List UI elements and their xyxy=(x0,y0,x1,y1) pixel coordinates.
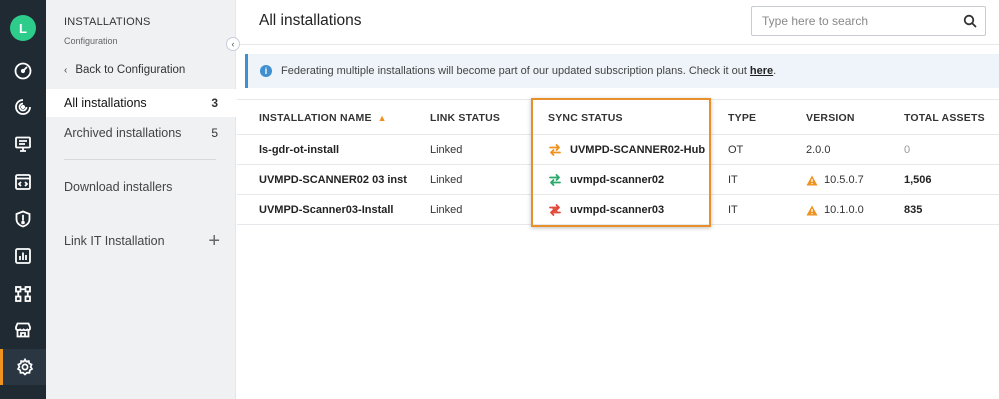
sync-hub-icon xyxy=(549,144,561,156)
dashboard-gauge-icon[interactable] xyxy=(0,53,46,89)
link-status: Linked xyxy=(430,204,463,216)
table-row[interactable]: ls-gdr-ot-install Linked UVMPD-SCANNER02… xyxy=(237,135,999,165)
sync-status-label: uvmpd-scanner03 xyxy=(570,204,665,216)
plus-icon[interactable]: + xyxy=(208,231,220,251)
search-box xyxy=(751,6,986,36)
sidebar-item-count: 3 xyxy=(211,96,218,110)
table-row[interactable]: UVMPD-Scanner03-Install Linked uvmpd-sca… xyxy=(237,195,999,225)
user-avatar[interactable]: L xyxy=(10,15,36,41)
total-assets: 0 xyxy=(904,144,911,156)
banner-here-link[interactable]: here xyxy=(750,65,773,77)
installation-name[interactable]: UVMPD-SCANNER02 03 inst xyxy=(259,174,407,186)
info-icon: i xyxy=(260,65,272,77)
warning-icon xyxy=(806,205,818,215)
banner-suffix: . xyxy=(773,65,777,77)
installation-type: OT xyxy=(728,144,744,156)
column-header-installation-name[interactable]: INSTALLATION NAME ▲ xyxy=(259,112,387,124)
version-label: 10.5.0.7 xyxy=(824,174,864,186)
shield-alert-icon[interactable] xyxy=(0,201,46,237)
main-content: All installations i Federating multiple … xyxy=(237,0,999,399)
column-header-link-status[interactable]: LINK STATUS xyxy=(430,112,500,124)
back-link-label: Back to Configuration xyxy=(75,64,186,76)
chevron-left-icon: ‹ xyxy=(64,64,68,76)
sidebar-item-count: 5 xyxy=(211,126,218,140)
installations-table: INSTALLATION NAME ▲ LINK STATUS SYNC STAT… xyxy=(237,99,999,225)
settings-gear-icon[interactable] xyxy=(0,349,46,385)
sync-status: UVMPD-SCANNER02-Hub xyxy=(548,143,705,157)
sidebar-title: INSTALLATIONS xyxy=(64,16,151,28)
version: 10.1.0.0 xyxy=(806,204,864,216)
report-chart-icon[interactable] xyxy=(0,238,46,274)
version-label: 10.1.0.0 xyxy=(824,204,864,216)
search-icon[interactable] xyxy=(955,14,985,28)
sort-ascending-icon[interactable]: ▲ xyxy=(378,113,387,123)
banner-text: Federating multiple installations will b… xyxy=(281,65,747,77)
installation-type: IT xyxy=(728,174,738,186)
installations-sidebar: INSTALLATIONS Configuration ‹ ‹ Back to … xyxy=(46,0,240,399)
table-header: INSTALLATION NAME ▲ LINK STATUS SYNC STAT… xyxy=(237,99,999,135)
chevron-left-icon: ‹ xyxy=(231,39,235,49)
column-header-sync-status[interactable]: SYNC STATUS xyxy=(548,112,623,124)
back-to-configuration-link[interactable]: ‹ Back to Configuration xyxy=(64,64,185,76)
sidebar-divider xyxy=(64,159,216,160)
link-it-label: Link IT Installation xyxy=(64,234,165,248)
radar-icon[interactable] xyxy=(0,89,46,125)
sidebar-subtitle: Configuration xyxy=(64,36,118,46)
sidebar-item-all-installations[interactable]: All installations 3 xyxy=(46,89,236,117)
version: 2.0.0 xyxy=(806,144,830,156)
installation-type: IT xyxy=(728,204,738,216)
column-header-total-assets[interactable]: TOTAL ASSETS xyxy=(904,112,985,124)
column-header-label: INSTALLATION NAME xyxy=(259,112,372,124)
sidebar-item-archived-installations[interactable]: Archived installations 5 xyxy=(46,119,236,147)
download-installers-link[interactable]: Download installers xyxy=(64,180,172,194)
link-status: Linked xyxy=(430,174,463,186)
info-banner: i Federating multiple installations will… xyxy=(245,54,999,88)
table-row[interactable]: UVMPD-SCANNER02 03 inst Linked uvmpd-sca… xyxy=(237,165,999,195)
total-assets: 1,506 xyxy=(904,174,932,186)
version-label: 2.0.0 xyxy=(806,144,831,156)
sync-error-icon xyxy=(549,204,561,216)
store-icon[interactable] xyxy=(0,312,46,348)
sync-status-label: UVMPD-SCANNER02-Hub xyxy=(570,144,706,156)
warning-icon xyxy=(806,175,818,185)
network-icon[interactable] xyxy=(0,276,46,312)
sidebar-item-label: Archived installations xyxy=(64,126,182,140)
icon-rail: L xyxy=(0,0,46,399)
sync-ok-icon xyxy=(549,174,561,186)
monitor-icon[interactable] xyxy=(0,126,46,162)
sync-status: uvmpd-scanner02 xyxy=(548,173,664,187)
total-assets: 835 xyxy=(904,204,923,216)
sidebar-item-label: All installations xyxy=(64,96,147,110)
header-divider xyxy=(237,44,999,45)
column-header-type[interactable]: TYPE xyxy=(728,112,756,124)
link-it-installation[interactable]: Link IT Installation + xyxy=(64,231,220,251)
version: 10.5.0.7 xyxy=(806,174,864,186)
sync-status: uvmpd-scanner03 xyxy=(548,203,664,217)
search-input[interactable] xyxy=(752,14,955,28)
installation-name[interactable]: UVMPD-Scanner03-Install xyxy=(259,204,393,216)
collapse-sidebar-button[interactable]: ‹ xyxy=(226,37,240,51)
page-title: All installations xyxy=(259,12,362,29)
column-header-version[interactable]: VERSION xyxy=(806,112,855,124)
sync-status-label: uvmpd-scanner02 xyxy=(570,174,665,186)
installation-name[interactable]: ls-gdr-ot-install xyxy=(259,144,339,156)
link-status: Linked xyxy=(430,144,463,156)
code-window-icon[interactable] xyxy=(0,164,46,200)
